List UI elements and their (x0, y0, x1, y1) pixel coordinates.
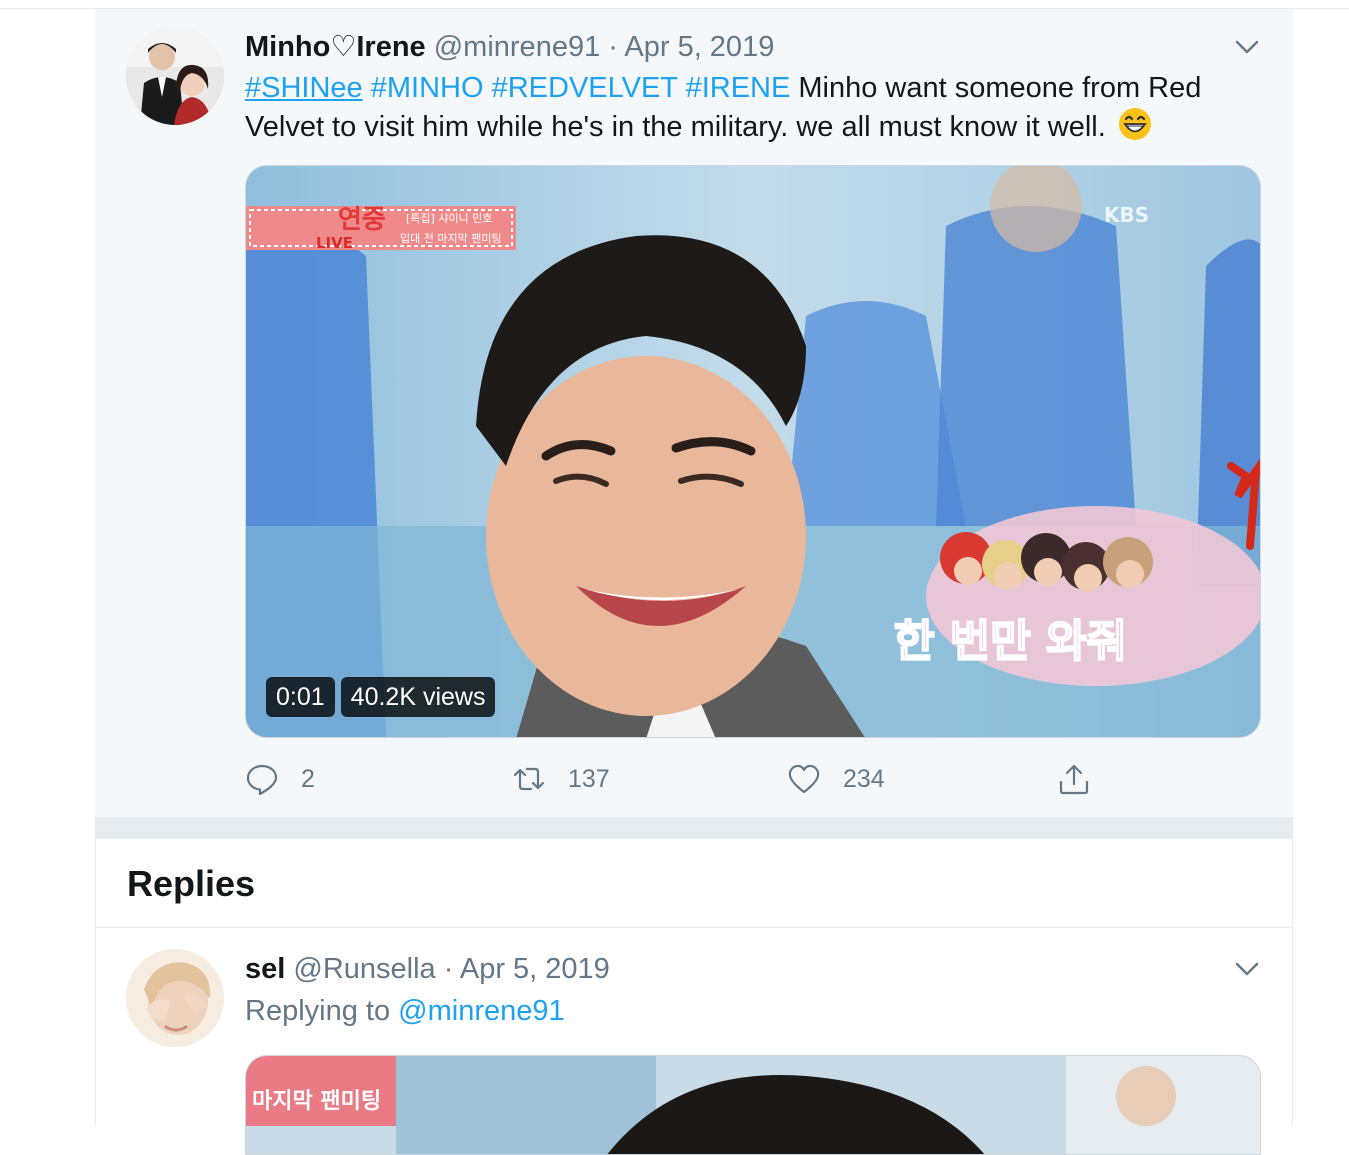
heart-icon (788, 764, 820, 794)
retweet-button[interactable]: 137 (512, 757, 610, 801)
retweet-count: 137 (568, 764, 610, 793)
video-player[interactable]: LIVE 연중 [특집] 샤이니 민호 입대 전 마지막 팬미팅 KBS 한 번… (245, 165, 1261, 738)
author-handle[interactable]: @minrene91 (434, 31, 600, 63)
author-avatar[interactable] (126, 27, 224, 125)
video-frame: LIVE 연중 [특집] 샤이니 민호 입대 전 마지막 팬미팅 KBS 한 번… (246, 166, 1260, 737)
replying-to-prefix: Replying to (245, 995, 391, 1027)
banner-caption-1: [특집] 샤이니 민호 (406, 212, 492, 225)
hashtag-irene[interactable]: #IRENE (686, 72, 791, 104)
reply-video-frame: 마지막 팬미팅 (246, 1056, 1260, 1154)
video-badges: 0:01 40.2K views (266, 677, 496, 717)
video-views: 40.2K views (340, 677, 496, 717)
reply-author-avatar[interactable] (126, 949, 224, 1047)
network-logo: KBS (1104, 203, 1149, 227)
banner-caption-2: 입대 전 마지막 팬미팅 (400, 232, 502, 245)
hashtag-minho[interactable]: #MINHO (371, 72, 484, 104)
like-count: 234 (843, 764, 885, 793)
author-name[interactable]: Minho♡Irene (245, 31, 426, 63)
video-duration: 0:01 (266, 677, 335, 717)
reply-icon (246, 764, 278, 796)
grinning-face-emoji-icon (1118, 107, 1152, 141)
hashtag-redvelvet[interactable]: #REDVELVET (492, 72, 678, 104)
reply-author-name[interactable]: sel (245, 953, 285, 985)
tweet-header: Minho♡Irene @minrene91 · Apr 5, 2019 (245, 28, 774, 66)
hashtag-shinee[interactable]: #SHINee (245, 72, 363, 104)
section-gap (95, 817, 1293, 839)
tweet-text: #SHINee #MINHO #REDVELVET #IRENE Minho w… (245, 69, 1255, 146)
live-label: LIVE (316, 234, 353, 252)
reply-date[interactable]: · Apr 5, 2019 (444, 953, 610, 985)
retweet-icon (513, 767, 545, 791)
reply-video[interactable]: 마지막 팬미팅 (245, 1055, 1261, 1155)
reply-count: 2 (301, 764, 315, 793)
reply-chevron-down-icon[interactable] (1233, 955, 1261, 983)
replies-header: Replies (96, 839, 1292, 928)
tweet-date[interactable]: · Apr 5, 2019 (608, 31, 774, 63)
replying-to: Replying to @minrene91 (245, 992, 565, 1030)
reply-video-overlay-text: 마지막 팬미팅 (252, 1089, 381, 1114)
reply-button[interactable]: 2 (245, 757, 315, 801)
share-icon (1059, 764, 1089, 795)
reply-author-handle[interactable]: @Runsella (293, 953, 435, 985)
replying-to-handle[interactable]: @minrene91 (398, 995, 564, 1027)
replies-title: Replies (127, 863, 256, 904)
share-button[interactable] (1057, 757, 1091, 801)
show-logo-text: 연중 (338, 205, 386, 235)
reply-header: sel @Runsella · Apr 5, 2019 (245, 950, 610, 988)
like-button[interactable]: 234 (787, 757, 885, 801)
video-subtitle: 한 번만 와줘 (894, 616, 1127, 667)
chevron-down-icon[interactable] (1233, 33, 1261, 61)
